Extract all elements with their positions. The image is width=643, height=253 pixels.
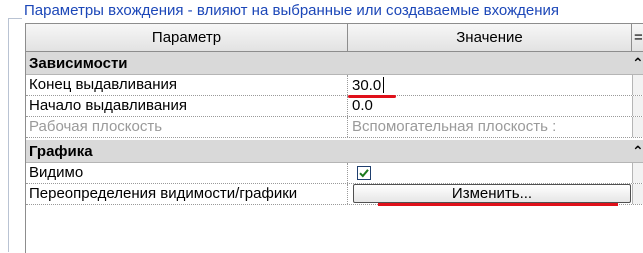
- param-name: Рабочая плоскость: [26, 117, 348, 137]
- group-frame-top: [8, 18, 22, 19]
- red-underline-highlight: [378, 203, 618, 206]
- row-scroll-strip: [632, 184, 643, 204]
- row-scroll-strip: [632, 117, 643, 137]
- row-visibility-overrides[interactable]: Переопределения видимости/графики Измени…: [26, 184, 643, 205]
- visible-checkbox[interactable]: [357, 166, 371, 180]
- category-graphics-title: Графика: [29, 143, 93, 160]
- group-frame-left: [8, 18, 9, 252]
- param-name: Переопределения видимости/графики: [26, 184, 348, 204]
- category-graphics[interactable]: Графика ⌃: [26, 140, 643, 163]
- extrusion-start-value[interactable]: 0.0: [352, 96, 632, 116]
- row-visible[interactable]: Видимо: [26, 163, 643, 184]
- edit-overrides-button[interactable]: Изменить...: [353, 184, 631, 203]
- row-scroll-strip: [632, 163, 643, 183]
- row-extrusion-start[interactable]: Начало выдавливания 0.0: [26, 96, 643, 117]
- text-caret: [383, 77, 384, 93]
- category-constraints-title: Зависимости: [29, 55, 128, 72]
- collapse-icon[interactable]: ⌃: [632, 140, 643, 163]
- header-extra[interactable]: =: [632, 24, 643, 51]
- grid-header: Параметр Значение =: [26, 24, 643, 52]
- param-name: Видимо: [26, 163, 348, 183]
- properties-grid: Параметр Значение = Зависимости ⌃ Конец …: [25, 23, 643, 253]
- row-work-plane[interactable]: Рабочая плоскость Вспомогательная плоско…: [26, 117, 643, 138]
- row-scroll-strip: [632, 75, 643, 95]
- row-extrusion-end[interactable]: Конец выдавливания: [26, 75, 643, 96]
- row-scroll-strip: [632, 96, 643, 116]
- header-value[interactable]: Значение: [348, 24, 632, 51]
- collapse-icon[interactable]: ⌃: [632, 52, 643, 75]
- header-parameter[interactable]: Параметр: [26, 24, 348, 51]
- work-plane-value: Вспомогательная плоскость :: [352, 118, 557, 135]
- category-constraints[interactable]: Зависимости ⌃: [26, 52, 643, 75]
- group-title: Параметры вхождения - влияют на выбранны…: [24, 2, 559, 19]
- param-name: Начало выдавливания: [26, 96, 348, 116]
- extrusion-end-input[interactable]: [351, 76, 422, 94]
- checkmark-icon: [359, 169, 369, 178]
- param-name: Конец выдавливания: [26, 75, 348, 95]
